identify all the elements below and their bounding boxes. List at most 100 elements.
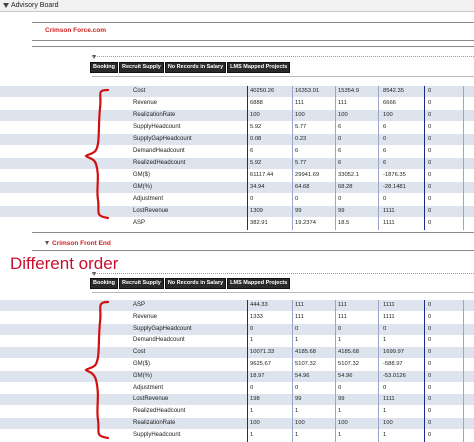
metric-value: 8542.35 [383,88,404,94]
tab-bar-1: Booking Recruit Supply No Records in Sal… [90,62,291,73]
metric-value: 1 [338,337,342,344]
metric-value: 1 [250,408,254,415]
metric-label: Cost [133,88,146,94]
metric-value: 1 [383,431,387,438]
table-row: GM(%) 18.97 54.96 54.96 -53.0126 0 [0,370,474,382]
metric-value: 0 [338,136,342,142]
table-row: GM($) 61117.44 29941.69 33052.1 -1876.35 0 [0,170,474,181]
metric-value: 1 [295,337,299,344]
no-records-in-salary-button[interactable]: No Records in Salary [164,62,227,73]
column-separator [247,86,248,230]
metric-value: 0 [428,220,432,226]
table-row: Cost 10071.33 4185.68 4185.68 1699.97 0 [0,347,474,359]
metric-value: 5.92 [250,124,262,130]
metric-value: 0 [383,196,387,202]
metric-value: 0 [428,112,432,118]
metric-value: -588.97 [383,361,403,367]
metric-label: Revenue [133,100,158,106]
metric-value: 0.08 [250,136,262,142]
metric-label: SupplyGapHeadcount [133,325,192,332]
metric-label: DemandHeadcount [133,337,185,344]
metric-label: Adjustment [133,196,164,202]
metric-value: 100 [250,112,260,118]
section2-title[interactable]: Crimson Front End [45,240,111,247]
metric-value: 1 [383,337,387,344]
table-row: LostRevenue 198 99 99 1111 0 [0,394,474,406]
metric-value: 0 [428,302,432,308]
metric-value: 0 [428,100,432,106]
column-separator [463,300,464,442]
metric-value: 1 [295,408,299,415]
metric-value: 382.91 [250,220,268,226]
no-records-in-salary-button[interactable]: No Records in Salary [164,278,227,289]
metric-label: ASP [133,220,146,226]
table-row: Adjustment 0 0 0 0 0 [0,382,474,394]
metric-value: 6 [295,148,299,154]
table-row: Cost 40250.26 16353.01 15354.9 8542.35 0 [0,86,474,97]
metric-value: 0 [428,313,432,320]
column-separator [378,86,379,230]
metric-value: 99 [338,396,345,403]
metric-label: GM(%) [133,184,152,190]
metric-value: 5.92 [250,160,262,166]
metric-value: 1 [338,408,342,415]
metric-value: 0 [428,420,432,426]
collapse-triangle-icon[interactable] [3,3,9,8]
section-divider [32,232,474,233]
metric-value: 99 [338,208,345,214]
metric-value: 100 [338,112,348,118]
section2-title-text: Crimson Front End [52,240,111,247]
metric-label: LostRevenue [133,396,169,403]
metric-value: 0 [428,184,432,190]
metric-value: 100 [250,420,260,426]
lms-mapped-projects-button[interactable]: LMS Mapped Projects [227,278,291,289]
booking-button[interactable]: Booking [90,278,118,289]
table-row: DemandHeadcount 1 1 1 1 0 [0,335,474,347]
advisory-board-header[interactable]: Advisory Board [0,0,474,12]
metric-value: 6 [338,124,342,130]
section-divider [32,22,474,23]
metric-value: 40250.26 [250,88,275,94]
table-row: SupplyHeadcount 5.92 5.77 6 6 0 [0,122,474,133]
metric-value: 0 [428,172,432,178]
metric-value: 34.94 [250,184,265,190]
metric-label: GM($) [133,172,150,178]
metric-label: DemandHeadcount [133,148,185,154]
metric-value: 0 [428,160,432,166]
section-divider [32,40,474,41]
metric-value: 0 [428,408,432,415]
metric-value: 16353.01 [295,88,320,94]
metric-value: 100 [383,420,393,426]
metric-value: 1111 [383,208,395,214]
metric-value: 15354.9 [338,88,359,94]
metric-label: RealizationRate [133,420,176,426]
metrics-table-2: ASP 444.33 111 111 1111 0 Revenue 1333 111 111 111… [0,300,474,442]
metric-value: 0 [428,431,432,438]
table-row: GM(%) 34.94 64.68 68.28 -28.1481 0 [0,182,474,193]
metric-value: 6666 [383,100,396,106]
metric-value: 5.77 [295,124,307,130]
metric-value: 1 [295,431,299,438]
metric-value: 5107.32 [338,361,359,367]
lms-mapped-projects-button[interactable]: LMS Mapped Projects [227,62,291,73]
table-row: ASP 382.91 19.2374 18.5 1111 0 [0,218,474,229]
metric-value: 111 [338,313,347,320]
metric-value: 29941.69 [295,172,320,178]
metric-value: 1 [383,408,387,415]
metric-value: 6 [383,160,387,166]
recruit-supply-button[interactable]: Recruit Supply [119,278,164,289]
booking-button[interactable]: Booking [90,62,118,73]
metric-value: 1111 [383,220,395,226]
metric-value: 9625.67 [250,361,271,367]
metric-label: LostRevenue [133,208,169,214]
metric-value: 444.33 [250,302,268,308]
metric-value: 1699.97 [383,349,404,356]
recruit-supply-button[interactable]: Recruit Supply [119,62,164,73]
metric-value: 6 [383,148,387,154]
metric-value: 18.97 [250,372,265,379]
metric-value: 0 [250,196,254,202]
metric-value: 0 [338,325,342,332]
red-brace-annotation-2 [84,300,110,440]
metric-label: Adjustment [133,384,164,391]
section1-title[interactable]: Crimson Force.com [45,27,106,34]
